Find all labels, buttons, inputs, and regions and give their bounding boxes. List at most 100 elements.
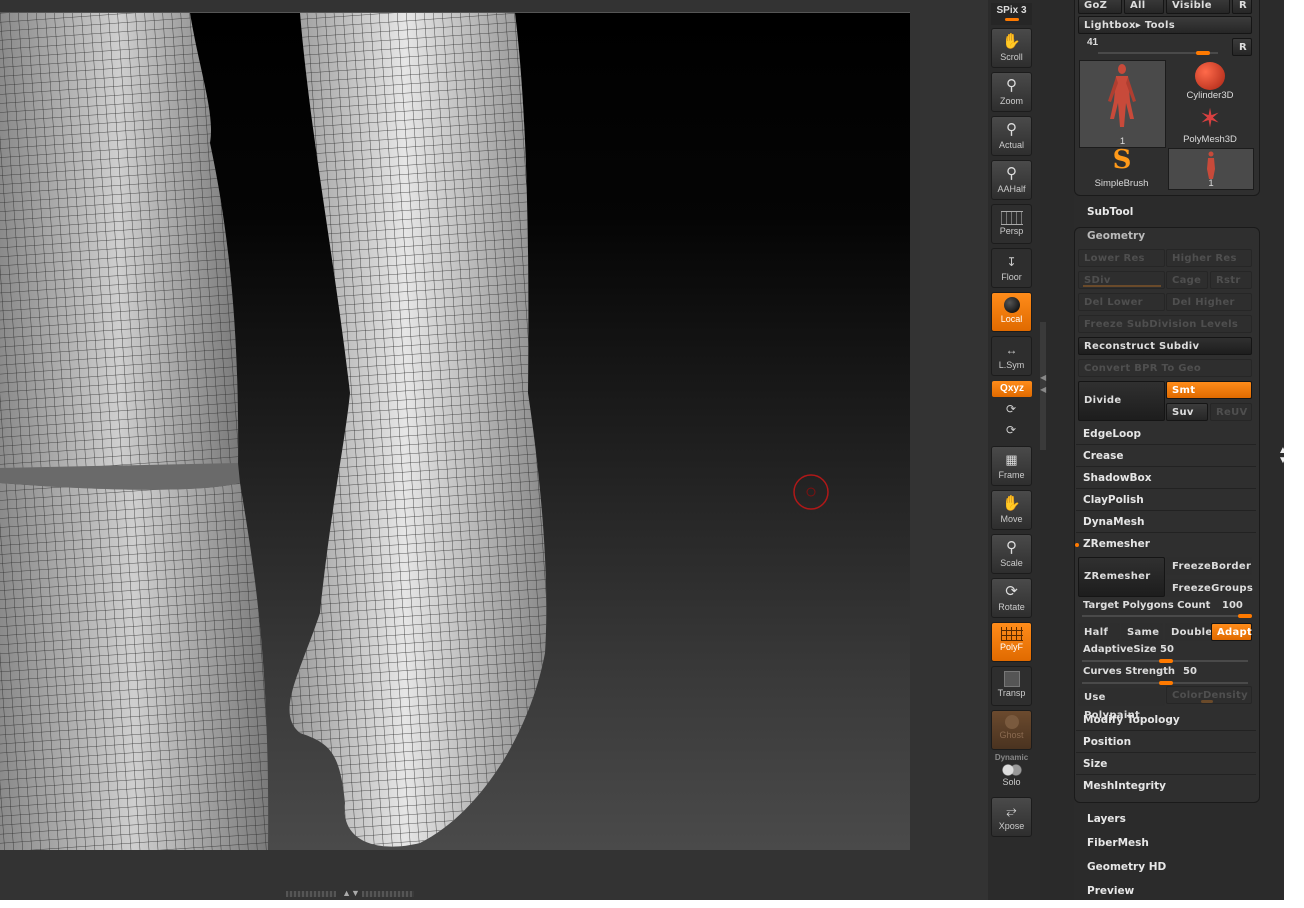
actual-label: Actual [998, 140, 1024, 150]
tool-thumb-polymesh[interactable]: ✶ PolyMesh3D [1168, 104, 1252, 148]
actual-button[interactable]: ⚲ Actual [991, 116, 1032, 156]
meshintegrity-section[interactable]: MeshIntegrity [1076, 776, 1256, 797]
rotate-button[interactable]: ⟳ Rotate [991, 578, 1032, 618]
curves-strength-slider[interactable]: Curves Strength 50 [1078, 665, 1252, 685]
solo-label: Solo [1002, 777, 1021, 787]
fibermesh-section[interactable]: FiberMesh [1087, 837, 1149, 849]
bottom-tray-grip-left[interactable] [286, 891, 336, 897]
spix-slider[interactable]: SPix 3 [991, 3, 1032, 25]
preview-section[interactable]: Preview [1087, 885, 1134, 897]
convert-bpr-button[interactable]: Convert BPR To Geo [1078, 359, 1252, 377]
lsym-label: L.Sym [998, 360, 1025, 370]
r-button[interactable]: R [1232, 0, 1252, 14]
star-icon: ✶ [1199, 103, 1221, 133]
tool-count-slider[interactable]: 41 [1078, 37, 1230, 55]
divide-button[interactable]: Divide [1078, 381, 1165, 421]
magnifier-icon: ⚲ [1006, 539, 1017, 556]
del-higher-button[interactable]: Del Higher [1166, 293, 1252, 311]
dynamesh-section[interactable]: DynaMesh [1076, 512, 1256, 533]
layers-section[interactable]: Layers [1087, 813, 1126, 825]
floor-button[interactable]: ↧ Floor [991, 248, 1032, 288]
all-button[interactable]: All [1124, 0, 1164, 14]
bottom-tray-toggle-icon[interactable]: ▲▼ [340, 888, 362, 898]
zremesher-section[interactable]: ZRemesher [1076, 534, 1256, 555]
freeze-subdiv-button[interactable]: Freeze SubDivision Levels [1078, 315, 1252, 333]
same-button[interactable]: Same [1121, 623, 1163, 641]
cage-button[interactable]: Cage [1166, 271, 1208, 289]
subtool-section[interactable]: SubTool [1087, 206, 1133, 218]
magnifier-icon: ⚲ [1006, 165, 1017, 182]
del-lower-button[interactable]: Del Lower [1078, 293, 1165, 311]
human-small-icon [1207, 151, 1215, 179]
ghost-button[interactable]: Ghost [991, 710, 1032, 750]
geometry-title[interactable]: Geometry [1087, 230, 1145, 242]
human-figure-icon [1108, 64, 1136, 127]
lower-res-button[interactable]: Lower Res [1078, 249, 1165, 267]
sphere-icon [1003, 297, 1020, 313]
r-small-button[interactable]: R [1232, 38, 1252, 56]
rotate-y-icon[interactable]: ⟳ [1003, 402, 1019, 418]
higher-res-button[interactable]: Higher Res [1166, 249, 1252, 267]
double-button[interactable]: Double [1165, 623, 1212, 641]
scroll-arrow-icon[interactable]: ▲ ▼ [1278, 446, 1284, 468]
sculpt-mesh [0, 13, 829, 850]
smt-toggle[interactable]: Smt [1166, 381, 1252, 399]
magnifier-icon: ⚲ [1006, 121, 1017, 138]
freezegroups-toggle[interactable]: FreezeGroups [1166, 579, 1253, 597]
cylinder-label: Cylinder3D [1186, 90, 1234, 101]
lightbox-tools-button[interactable]: Lightbox▸ Tools [1078, 16, 1252, 34]
bottom-tray-grip-right[interactable] [362, 891, 414, 897]
tool-thumb-cylinder[interactable]: Cylinder3D [1168, 60, 1252, 104]
tool-thumb-human[interactable]: 1 [1079, 60, 1166, 148]
reconstruct-subdiv-button[interactable]: Reconstruct Subdiv [1078, 337, 1252, 355]
suv-toggle[interactable]: Suv [1166, 403, 1208, 421]
half-button[interactable]: Half [1078, 623, 1120, 641]
magnifier-icon: ⚲ [1006, 77, 1017, 94]
target-polygons-slider[interactable]: Target Polygons Count 100 [1078, 599, 1252, 619]
polyf-button[interactable]: PolyF [991, 622, 1032, 662]
size-section[interactable]: Size [1076, 754, 1256, 775]
position-section[interactable]: Position [1076, 732, 1256, 753]
color-density-slider[interactable]: ColorDensity [1166, 686, 1252, 704]
transp-button[interactable]: Transp [991, 666, 1032, 706]
local-button[interactable]: Local [991, 292, 1032, 332]
rotate-icon: ⟳ [1005, 583, 1018, 600]
scale-button[interactable]: ⚲ Scale [991, 534, 1032, 574]
claypolish-section[interactable]: ClayPolish [1076, 490, 1256, 511]
geometry-hd-section[interactable]: Geometry HD [1087, 861, 1166, 873]
zbrush-window: ▲▼ SPix 3 ◀ ◀ GoZ All Visible R Lightbox▸… [0, 0, 1284, 900]
goz-button[interactable]: GoZ [1078, 0, 1122, 14]
polyf-label: PolyF [999, 642, 1023, 652]
reuv-button[interactable]: ReUV [1210, 403, 1252, 421]
use-polypaint-toggle[interactable]: Use Polypaint [1078, 688, 1165, 721]
adaptive-size-slider[interactable]: AdaptiveSize 50 [1078, 643, 1252, 663]
adapt-toggle[interactable]: Adapt [1211, 623, 1252, 641]
xyz-toggle[interactable]: Qxyz [992, 381, 1032, 397]
aahalf-button[interactable]: ⚲ AAHalf [991, 160, 1032, 200]
curves-strength-label: Curves Strength [1083, 666, 1175, 677]
transp-label: Transp [997, 688, 1026, 698]
shadowbox-section[interactable]: ShadowBox [1076, 468, 1256, 489]
tool-thumb-human-small[interactable]: 1 [1168, 148, 1254, 190]
solo-button[interactable]: Dynamic Solo [991, 753, 1032, 793]
freezeborder-toggle[interactable]: FreezeBorder [1166, 557, 1252, 575]
canvas-viewport[interactable] [0, 12, 910, 851]
collapse-arrow-icon[interactable]: ◀ ◀ [1040, 372, 1046, 396]
frame-button[interactable]: ▦ Frame [991, 446, 1032, 486]
lsym-button[interactable]: ↔ L.Sym [991, 336, 1032, 376]
crease-section[interactable]: Crease [1076, 446, 1256, 467]
modify-topology-section[interactable]: Modify Topology [1076, 710, 1256, 731]
rotate-z-icon[interactable]: ⟳ [1003, 423, 1019, 439]
persp-button[interactable]: Persp [991, 204, 1032, 244]
xpose-button[interactable]: ⥂ Xpose [991, 797, 1032, 837]
scroll-button[interactable]: ✋ Scroll [991, 28, 1032, 68]
zoom-button[interactable]: ⚲ Zoom [991, 72, 1032, 112]
zremesher-button[interactable]: ZRemesher [1078, 557, 1165, 597]
rstr-button[interactable]: Rstr [1210, 271, 1252, 289]
move-button[interactable]: ✋ Move [991, 490, 1032, 530]
edgeloop-section[interactable]: EdgeLoop [1076, 424, 1256, 445]
visible-button[interactable]: Visible [1166, 0, 1230, 14]
cylinder-icon [1195, 62, 1225, 90]
sdiv-slider[interactable]: SDiv [1078, 271, 1165, 289]
tool-thumb-simplebrush[interactable]: S SimpleBrush [1079, 146, 1164, 190]
